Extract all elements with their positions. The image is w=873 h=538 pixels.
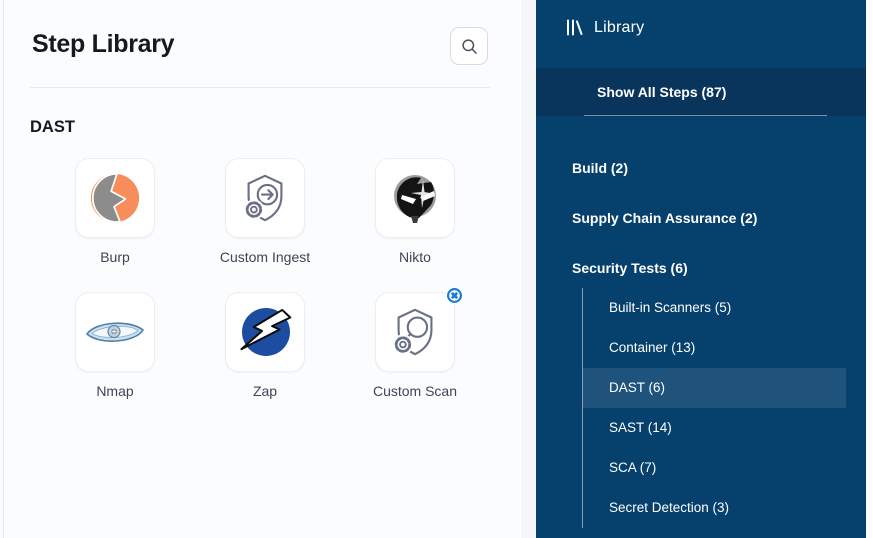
left-edge-strip (0, 0, 4, 538)
sidebar-item-security-tests[interactable]: Security Tests (6) (572, 260, 688, 276)
sidebar-item-sca[interactable]: SCA (7) (583, 448, 846, 488)
sidebar-item-sast[interactable]: SAST (14) (583, 408, 846, 448)
step-label: Nikto (399, 249, 431, 265)
step-label: Nmap (96, 383, 133, 399)
nmap-eye-icon (85, 317, 145, 347)
step-card-custom-scan[interactable] (375, 292, 455, 372)
security-tests-sub-list: Built-in Scanners (5) Container (13) DAS… (582, 288, 846, 528)
custom-scan-shield-icon (387, 304, 443, 360)
step-label: Burp (100, 249, 130, 265)
nikto-logo-icon (389, 170, 441, 226)
step-library-panel: Step Library DAST Burp (5, 0, 520, 538)
step-card-nikto[interactable] (375, 158, 455, 238)
blue-wheel-badge-icon (446, 287, 463, 304)
sidebar-item-container[interactable]: Container (13) (583, 328, 846, 368)
step-cell-custom-scan: Custom Scan (340, 292, 490, 426)
library-books-icon (565, 18, 584, 37)
step-label: Custom Ingest (220, 249, 310, 265)
show-all-divider (584, 115, 827, 116)
step-card-grid: Burp Custom Ingest (40, 158, 492, 426)
right-edge-strip (866, 0, 873, 538)
show-all-steps-label: Show All Steps (87) (597, 68, 726, 116)
show-all-steps-item[interactable]: Show All Steps (87) (536, 68, 866, 116)
step-cell-nmap: Nmap (40, 292, 190, 426)
step-cell-zap: Zap (190, 292, 340, 426)
step-cell-burp: Burp (40, 158, 190, 292)
step-card-nmap[interactable] (75, 292, 155, 372)
step-cell-custom-ingest: Custom Ingest (190, 158, 340, 292)
burp-logo-icon (88, 171, 142, 225)
sidebar-item-built-in-scanners[interactable]: Built-in Scanners (5) (583, 288, 846, 328)
sidebar-item-build[interactable]: Build (2) (572, 160, 628, 176)
step-card-zap[interactable] (225, 292, 305, 372)
search-button[interactable] (450, 27, 488, 65)
sidebar-item-secret-detection[interactable]: Secret Detection (3) (583, 488, 846, 528)
search-icon (461, 38, 478, 55)
step-cell-nikto: Nikto (340, 158, 490, 292)
page-title: Step Library (32, 30, 174, 59)
section-title-dast: DAST (30, 118, 75, 137)
sidebar-item-supply-chain-assurance[interactable]: Supply Chain Assurance (2) (572, 210, 757, 226)
header-divider (30, 87, 490, 88)
library-sidebar: Library Show All Steps (87) Build (2) Su… (536, 0, 866, 538)
sidebar-item-dast-active[interactable]: DAST (6) (583, 368, 846, 408)
library-header: Library (565, 18, 644, 37)
step-label: Custom Scan (373, 383, 457, 399)
step-card-custom-ingest[interactable] (225, 158, 305, 238)
sidebar-title: Library (594, 19, 644, 37)
zap-lightning-icon (236, 303, 294, 361)
panel-gutter (521, 0, 536, 538)
step-label: Zap (253, 383, 277, 399)
custom-ingest-shield-icon (237, 170, 293, 226)
step-card-burp[interactable] (75, 158, 155, 238)
